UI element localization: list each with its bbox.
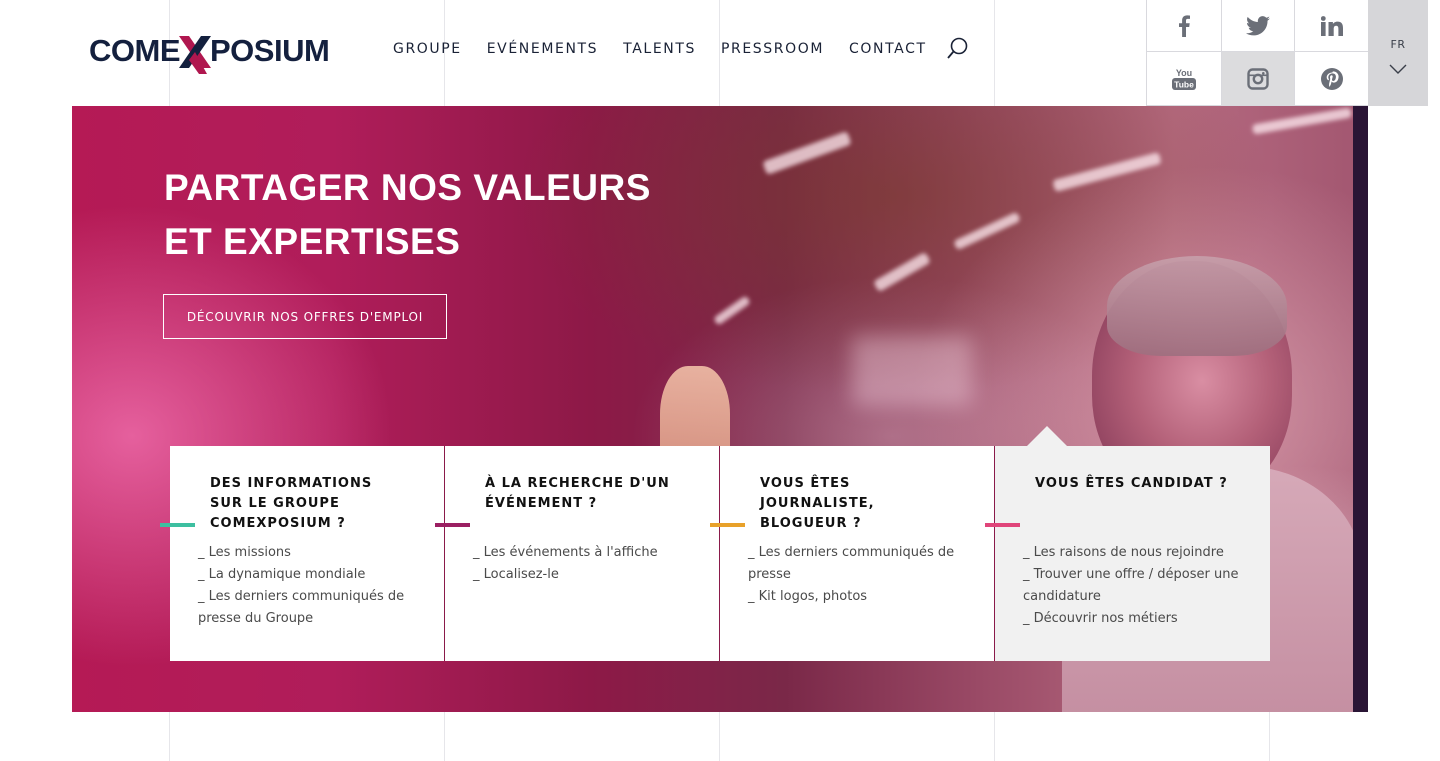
speaker-hair xyxy=(1107,256,1287,356)
ceiling-light xyxy=(1251,107,1353,135)
nav-item-contact[interactable]: CONTACT xyxy=(849,41,927,57)
linkedin-icon[interactable] xyxy=(1295,0,1369,52)
youtube-icon[interactable]: You Tube xyxy=(1147,52,1222,106)
link-communiques-presse[interactable]: _ Les derniers communiqués de presse xyxy=(748,542,968,586)
link-trouver-offre[interactable]: _ Trouver une offre / déposer une candid… xyxy=(1023,564,1243,608)
link-communiques-groupe[interactable]: _ Les derniers communiqués de presse du … xyxy=(198,586,418,630)
nav-item-talents[interactable]: TALENTS xyxy=(623,41,696,57)
search-icon[interactable] xyxy=(946,36,970,62)
nav-item-groupe[interactable]: GROUPE xyxy=(393,41,462,57)
card-link-list: _ Les missions _ La dynamique mondiale _… xyxy=(198,542,418,630)
ceiling-light xyxy=(762,131,852,175)
card-event-search[interactable]: À LA RECHERCHE D'UN ÉVÉNEMENT ? _ Les év… xyxy=(435,446,720,661)
card-title: DES INFORMATIONS SUR LE GROUPE COMEXPOSI… xyxy=(210,476,373,531)
ceiling-light xyxy=(953,211,1021,251)
card-pointer-notch xyxy=(1027,426,1067,446)
ceiling-light xyxy=(1052,151,1162,193)
ceiling-light xyxy=(713,295,751,326)
logo-x-mark xyxy=(177,28,213,74)
info-cards: DES INFORMATIONS SUR LE GROUPE COMEXPOSI… xyxy=(160,426,1270,661)
link-dynamique-mondiale[interactable]: _ La dynamique mondiale xyxy=(198,564,418,586)
facebook-icon[interactable] xyxy=(1147,0,1222,52)
pinterest-icon[interactable] xyxy=(1295,52,1369,106)
main-nav: GROUPE EVÉNEMENTS TALENTS PRESSROOM CONT… xyxy=(393,41,952,57)
link-decouvrir-metiers[interactable]: _ Découvrir nos métiers xyxy=(1023,608,1243,630)
nav-item-evenements[interactable]: EVÉNEMENTS xyxy=(487,41,598,57)
social-links: You Tube xyxy=(1146,0,1369,106)
hero-edge-band xyxy=(1353,106,1368,712)
chevron-down-icon xyxy=(1389,62,1407,80)
logo-text-right: POSIUM xyxy=(210,33,330,68)
card-accent-bar xyxy=(710,523,745,527)
hero-title: PARTAGER NOS VALEURS ET EXPERTISES xyxy=(164,161,651,269)
logo-wordmark: COME POSIUM xyxy=(89,28,330,74)
card-accent-bar xyxy=(160,523,195,527)
youtube-label-top: You xyxy=(1176,68,1192,78)
card-link-list: _ Les raisons de nous rejoindre _ Trouve… xyxy=(1023,542,1243,630)
card-accent-bar xyxy=(435,523,470,527)
card-press[interactable]: VOUS ÊTES JOURNALISTE, BLOGUEUR ? _ Les … xyxy=(710,446,995,661)
link-evenements-affiche[interactable]: _ Les événements à l'affiche xyxy=(473,542,693,564)
hero-title-line-1: PARTAGER NOS VALEURS xyxy=(164,167,651,208)
job-offers-button[interactable]: DÉCOUVRIR NOS OFFRES D'EMPLOI xyxy=(163,294,447,339)
youtube-label-bottom: Tube xyxy=(1174,79,1194,89)
card-group-info[interactable]: DES INFORMATIONS SUR LE GROUPE COMEXPOSI… xyxy=(160,446,445,661)
card-candidate[interactable]: VOUS ÊTES CANDIDAT ? _ Les raisons de no… xyxy=(985,426,1270,661)
link-raisons-rejoindre[interactable]: _ Les raisons de nous rejoindre xyxy=(1023,542,1243,564)
card-link-list: _ Les événements à l'affiche _ Localisez… xyxy=(473,542,693,586)
nav-item-pressroom[interactable]: PRESSROOM xyxy=(721,41,824,57)
card-link-list: _ Les derniers communiqués de presse _ K… xyxy=(748,542,968,608)
instagram-icon[interactable] xyxy=(1222,52,1295,106)
card-title: VOUS ÊTES CANDIDAT ? xyxy=(1035,476,1228,491)
link-localisez[interactable]: _ Localisez-le xyxy=(473,564,693,586)
language-current: FR xyxy=(1390,38,1406,51)
link-missions[interactable]: _ Les missions xyxy=(198,542,418,564)
logo-text-left: COME xyxy=(89,33,181,68)
hero-title-line-2: ET EXPERTISES xyxy=(164,221,461,262)
card-title: À LA RECHERCHE D'UN ÉVÉNEMENT ? xyxy=(485,476,670,511)
link-kit-logos[interactable]: _ Kit logos, photos xyxy=(748,586,968,608)
language-selector[interactable]: FR xyxy=(1368,0,1428,106)
card-title: VOUS ÊTES JOURNALISTE, BLOGUEUR ? xyxy=(760,476,875,531)
window-glow xyxy=(852,336,972,406)
comexposium-logo[interactable]: COME POSIUM xyxy=(89,28,330,74)
card-accent-bar xyxy=(985,523,1020,527)
twitter-icon[interactable] xyxy=(1222,0,1295,52)
ceiling-light xyxy=(873,251,931,293)
